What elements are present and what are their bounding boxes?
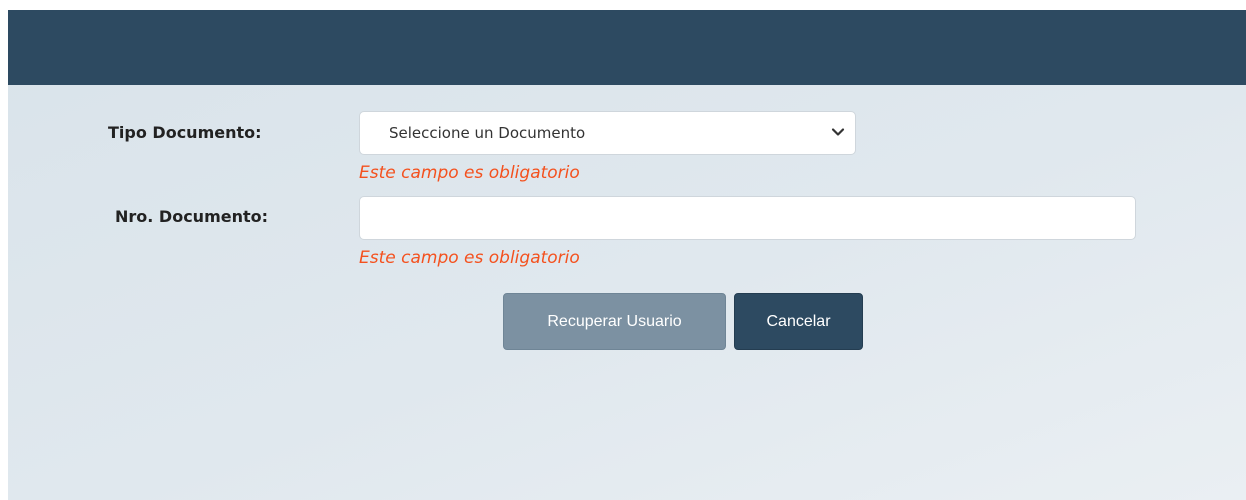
tipo-documento-error: Este campo es obligatorio bbox=[359, 163, 580, 183]
tipo-documento-select[interactable]: Seleccione un Documento bbox=[359, 111, 856, 155]
chevron-down-icon bbox=[831, 128, 845, 136]
cancel-button[interactable]: Cancelar bbox=[734, 293, 863, 350]
recover-user-panel: Tipo Documento: Seleccione un Documento … bbox=[8, 10, 1246, 500]
nro-documento-error: Este campo es obligatorio bbox=[359, 248, 580, 268]
recover-user-button[interactable]: Recuperar Usuario bbox=[503, 293, 726, 350]
header-bar bbox=[8, 10, 1246, 85]
tipo-documento-label: Tipo Documento: bbox=[108, 123, 262, 142]
tipo-documento-selected-value: Seleccione un Documento bbox=[389, 124, 586, 142]
nro-documento-input[interactable] bbox=[359, 196, 1136, 240]
nro-documento-label: Nro. Documento: bbox=[115, 207, 269, 226]
